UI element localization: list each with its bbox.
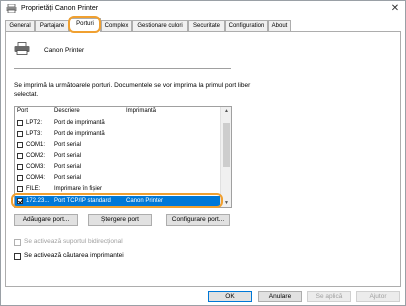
add-port-button[interactable]: Adăugare port... [14, 214, 78, 226]
divider [14, 68, 231, 69]
window-title: Proprietăți Canon Printer [21, 5, 99, 12]
printer-icon [6, 4, 17, 13]
port-row[interactable]: COM4: Port serial [15, 173, 220, 183]
cancel-button[interactable]: Anulare [258, 291, 302, 302]
port-description: Port de imprimantă [54, 131, 105, 137]
port-name: LPT3: [26, 131, 43, 137]
port-name: COM2: [26, 153, 46, 159]
column-header-description[interactable]: Descriere [54, 108, 80, 114]
apply-button[interactable]: Se aplică [307, 291, 351, 302]
printer-large-icon [14, 42, 30, 55]
port-description: Port serial [54, 175, 82, 181]
port-description: Port serial [54, 164, 82, 170]
column-header-port[interactable]: Port [17, 108, 28, 114]
port-description: Port serial [54, 142, 82, 148]
tab-about[interactable]: About [268, 20, 291, 31]
ports-scrollbar[interactable]: ▲ ▼ [220, 107, 231, 207]
bidirectional-checkbox[interactable] [14, 239, 21, 246]
port-checkbox[interactable] [17, 186, 23, 192]
port-checkbox[interactable] [17, 175, 23, 181]
port-name: COM1: [26, 142, 46, 148]
tab-highlight-ring [68, 16, 101, 33]
delete-port-button[interactable]: Ștergere port [88, 214, 152, 226]
tab-advanced[interactable]: Complex [101, 20, 132, 31]
title-bar: Proprietăți Canon Printer ✕ [1, 1, 405, 17]
row-highlight-ring [11, 193, 223, 208]
port-description: Port serial [54, 153, 82, 159]
tab-strip: General Partajare Porturi Complex Gestio… [5, 18, 399, 32]
port-name: COM3: [26, 164, 46, 170]
port-checkbox[interactable] [17, 164, 23, 170]
scrollbar-thumb[interactable] [223, 123, 230, 167]
port-description: Port de imprimantă [54, 120, 105, 126]
printer-name: Canon Printer [44, 47, 85, 54]
tab-sharing[interactable]: Partajare [35, 20, 69, 31]
pooling-label: Se activează căutarea imprimantei [24, 252, 124, 259]
close-icon[interactable]: ✕ [389, 3, 401, 14]
port-checkbox[interactable] [17, 131, 23, 137]
column-header-printer[interactable]: Imprimantă [126, 108, 156, 114]
pooling-checkbox[interactable] [14, 253, 21, 260]
help-button[interactable]: Ajutor [356, 291, 400, 302]
bidirectional-label: Se activează suportul bidirecțional [24, 238, 123, 245]
tab-general[interactable]: General [5, 20, 35, 31]
port-name: LPT2: [26, 120, 43, 126]
tab-color-management[interactable]: Gestionare culori [132, 20, 188, 31]
port-checkbox[interactable] [17, 120, 23, 126]
ports-description: Se imprimă la următoarele porturi. Docum… [14, 82, 251, 98]
port-row[interactable]: COM3: Port serial [15, 162, 220, 172]
tab-security[interactable]: Securitate [188, 20, 225, 31]
port-checkbox[interactable] [17, 142, 23, 148]
configure-port-button[interactable]: Configurare port... [166, 214, 230, 226]
tab-configuration[interactable]: Configuration [225, 20, 268, 31]
scroll-up-icon[interactable]: ▲ [221, 107, 232, 115]
port-name: COM4: [26, 175, 46, 181]
port-row[interactable]: LPT2: Port de imprimantă [15, 118, 220, 128]
port-row[interactable]: COM1: Port serial [15, 140, 220, 150]
port-row[interactable]: LPT3: Port de imprimantă [15, 129, 220, 139]
port-row[interactable]: COM2: Port serial [15, 151, 220, 161]
port-checkbox[interactable] [17, 153, 23, 159]
ok-button[interactable]: OK [208, 291, 252, 302]
